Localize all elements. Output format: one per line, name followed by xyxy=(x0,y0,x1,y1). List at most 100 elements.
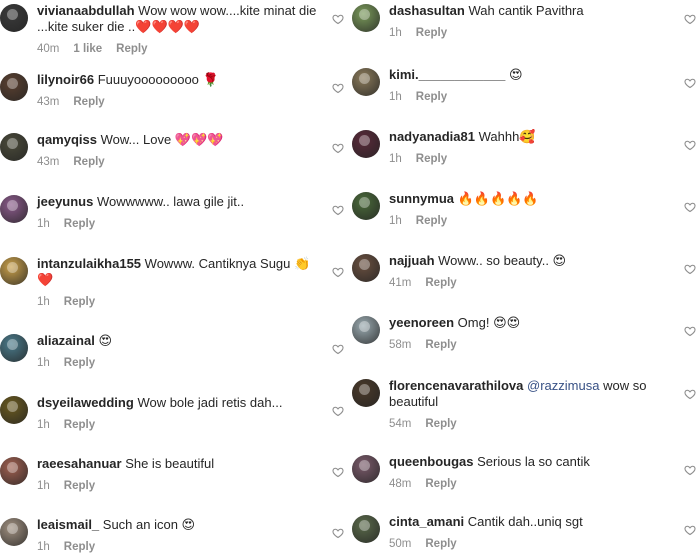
comment-username[interactable]: nadyanadia81 xyxy=(389,129,475,144)
comment-mention[interactable]: @razzimusa xyxy=(527,378,599,393)
like-heart-icon[interactable] xyxy=(332,81,344,94)
reply-button[interactable]: Reply xyxy=(416,213,447,229)
reply-button[interactable]: Reply xyxy=(64,216,95,232)
comment-meta: 1h Reply xyxy=(37,539,327,555)
user-avatar[interactable] xyxy=(352,515,380,543)
comment-username[interactable]: raeesahanuar xyxy=(37,456,122,471)
like-heart-icon[interactable] xyxy=(332,342,344,355)
comment-username[interactable]: lilynoir66 xyxy=(37,72,94,87)
user-avatar[interactable] xyxy=(0,518,28,546)
like-heart-icon[interactable] xyxy=(684,523,696,536)
comment-username[interactable]: leaismail_ xyxy=(37,517,99,532)
comment-time[interactable]: 43m xyxy=(37,154,59,170)
comment-username[interactable]: cinta_amani xyxy=(389,514,464,529)
comment-username[interactable]: kimi.____________ xyxy=(389,67,505,82)
like-heart-icon[interactable] xyxy=(684,387,696,400)
user-avatar[interactable] xyxy=(352,379,380,407)
user-avatar[interactable] xyxy=(0,133,28,161)
user-avatar[interactable] xyxy=(352,68,380,96)
user-avatar[interactable] xyxy=(0,73,28,101)
comment-time[interactable]: 50m xyxy=(389,536,411,552)
like-heart-icon[interactable] xyxy=(684,262,696,275)
reply-button[interactable]: Reply xyxy=(64,539,95,555)
like-heart-icon[interactable] xyxy=(684,138,696,151)
user-avatar[interactable] xyxy=(0,334,28,362)
reply-button[interactable]: Reply xyxy=(64,417,95,433)
comment-username[interactable]: sunnymua xyxy=(389,191,454,206)
reply-button[interactable]: Reply xyxy=(425,476,456,492)
reply-button[interactable]: Reply xyxy=(425,275,456,291)
like-heart-icon[interactable] xyxy=(684,200,696,213)
like-heart-icon[interactable] xyxy=(684,12,696,25)
comment-time[interactable]: 1h xyxy=(37,539,50,555)
comment-time[interactable]: 1h xyxy=(389,89,402,105)
comment-username[interactable]: yeenoreen xyxy=(389,315,454,330)
reply-button[interactable]: Reply xyxy=(64,294,95,310)
comment-time[interactable]: 1h xyxy=(37,355,50,371)
comment-time[interactable]: 1h xyxy=(37,216,50,232)
reply-button[interactable]: Reply xyxy=(425,337,456,353)
reply-button[interactable]: Reply xyxy=(73,154,104,170)
user-avatar[interactable] xyxy=(352,316,380,344)
comment-username[interactable]: intanzulaikha155 xyxy=(37,256,141,271)
comment-time[interactable]: 48m xyxy=(389,476,411,492)
like-heart-icon[interactable] xyxy=(332,465,344,478)
comment-username[interactable]: dashasultan xyxy=(389,3,465,18)
comment-body: vivianaabdullah Wow wow wow....kite mina… xyxy=(37,3,327,57)
user-avatar[interactable] xyxy=(352,4,380,32)
like-heart-icon[interactable] xyxy=(684,463,696,476)
comment-time[interactable]: 58m xyxy=(389,337,411,353)
like-heart-icon[interactable] xyxy=(332,12,344,25)
comment-text: Serious la so cantik xyxy=(477,454,590,469)
like-heart-icon[interactable] xyxy=(332,141,344,154)
comment-username[interactable]: jeeyunus xyxy=(37,194,93,209)
comment-username[interactable]: aliazainal xyxy=(37,333,95,348)
like-heart-icon[interactable] xyxy=(332,404,344,417)
comment-time[interactable]: 54m xyxy=(389,416,411,432)
like-heart-icon[interactable] xyxy=(684,76,696,89)
like-heart-icon[interactable] xyxy=(332,203,344,216)
comment-time[interactable]: 1h xyxy=(37,417,50,433)
comment-username[interactable]: qamyqiss xyxy=(37,132,97,147)
user-avatar[interactable] xyxy=(352,130,380,158)
reply-button[interactable]: Reply xyxy=(425,536,456,552)
reply-button[interactable]: Reply xyxy=(64,355,95,371)
comment-body: raeesahanuar She is beautiful 1h Reply xyxy=(37,456,327,494)
reply-button[interactable]: Reply xyxy=(416,151,447,167)
user-avatar[interactable] xyxy=(0,195,28,223)
user-avatar[interactable] xyxy=(352,254,380,282)
comment-time[interactable]: 1h xyxy=(389,151,402,167)
user-avatar[interactable] xyxy=(352,455,380,483)
comment-time[interactable]: 40m xyxy=(37,41,59,57)
comment-username[interactable]: florencenavarathilova xyxy=(389,378,523,393)
user-avatar[interactable] xyxy=(352,192,380,220)
comment-username[interactable]: vivianaabdullah xyxy=(37,3,135,18)
comment-body: kimi.____________ 😍 1h Reply xyxy=(389,67,679,105)
comment-username[interactable]: dsyeilawedding xyxy=(37,395,134,410)
comment-likes[interactable]: 1 like xyxy=(73,41,102,57)
reply-button[interactable]: Reply xyxy=(64,478,95,494)
reply-button[interactable]: Reply xyxy=(73,94,104,110)
like-heart-icon[interactable] xyxy=(332,526,344,539)
comment-username[interactable]: najjuah xyxy=(389,253,435,268)
comment-meta: 40m 1 like Reply xyxy=(37,41,327,57)
comment-body: queenbougas Serious la so cantik 48m Reply xyxy=(389,454,679,492)
comment-time[interactable]: 1h xyxy=(389,213,402,229)
comment-time[interactable]: 43m xyxy=(37,94,59,110)
comment-time[interactable]: 41m xyxy=(389,275,411,291)
reply-button[interactable]: Reply xyxy=(416,89,447,105)
reply-button[interactable]: Reply xyxy=(416,25,447,41)
comment-time[interactable]: 1h xyxy=(37,294,50,310)
user-avatar[interactable] xyxy=(0,4,28,32)
comment-username[interactable]: queenbougas xyxy=(389,454,474,469)
reply-button[interactable]: Reply xyxy=(116,41,147,57)
comment-body: intanzulaikha155 Wowww. Cantiknya Sugu 👏… xyxy=(37,256,327,310)
like-heart-icon[interactable] xyxy=(684,324,696,337)
user-avatar[interactable] xyxy=(0,396,28,424)
comment-time[interactable]: 1h xyxy=(389,25,402,41)
user-avatar[interactable] xyxy=(0,457,28,485)
reply-button[interactable]: Reply xyxy=(425,416,456,432)
comment-time[interactable]: 1h xyxy=(37,478,50,494)
like-heart-icon[interactable] xyxy=(332,265,344,278)
user-avatar[interactable] xyxy=(0,257,28,285)
